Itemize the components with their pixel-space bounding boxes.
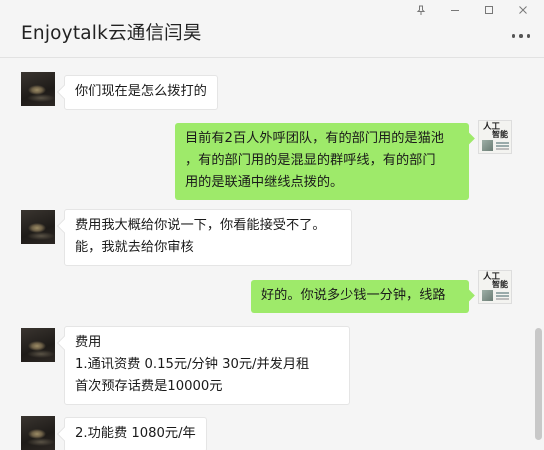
- scrollbar[interactable]: [535, 328, 542, 440]
- my-avatar[interactable]: 人工 智能: [478, 270, 512, 304]
- message-text: ，有的部门用的是混显的群呼线，有的部门: [185, 153, 436, 168]
- message-text: 1.通讯资费 0.15元/分钟 30元/并发月租: [75, 357, 310, 372]
- message-text: 你们现在是怎么拨打的: [75, 84, 207, 99]
- title-bar: Enjoytalk云通信闫昊: [0, 0, 544, 58]
- contact-avatar[interactable]: [21, 210, 55, 244]
- message-bubble-outgoing[interactable]: 目前有2百人外呼团队，有的部门用的是猫池 ，有的部门用的是混显的群呼线，有的部门…: [175, 123, 469, 200]
- contact-avatar[interactable]: [21, 328, 55, 362]
- message-bubble-incoming[interactable]: 你们现在是怎么拨打的: [64, 75, 218, 110]
- my-avatar[interactable]: 人工 智能: [478, 120, 512, 154]
- message-text: 2.功能费 1080元/年: [75, 426, 196, 441]
- message-bubble-outgoing[interactable]: 好的。你说多少钱一分钟，线路: [251, 280, 469, 313]
- contact-avatar[interactable]: [21, 416, 55, 450]
- minimize-icon[interactable]: [438, 2, 472, 18]
- message-bubble-incoming[interactable]: 费用 1.通讯资费 0.15元/分钟 30元/并发月租 首次预存话费是10000…: [64, 326, 350, 405]
- message-text: 用的是联通中继线点拨的。: [185, 175, 344, 190]
- maximize-icon[interactable]: [472, 2, 506, 18]
- chat-title: Enjoytalk云通信闫昊: [21, 23, 202, 44]
- message-text: 费用我大概给你说一下，你看能接受不了。: [75, 218, 326, 233]
- message-list[interactable]: 你们现在是怎么拨打的 人工 智能 目前有2百人外呼团队，有的部门用的是猫池 ，有…: [0, 58, 544, 450]
- contact-avatar[interactable]: [21, 72, 55, 106]
- close-icon[interactable]: [506, 2, 540, 18]
- message-text: 能，我就去给你审核: [75, 240, 194, 255]
- message-bubble-incoming[interactable]: 费用我大概给你说一下，你看能接受不了。 能，我就去给你审核: [64, 209, 352, 266]
- message-text: 费用: [75, 335, 102, 350]
- message-bubble-incoming[interactable]: 2.功能费 1080元/年: [64, 417, 207, 450]
- message-text: 目前有2百人外呼团队，有的部门用的是猫池: [185, 131, 444, 146]
- message-text: 好的。你说多少钱一分钟，线路: [261, 288, 446, 303]
- message-text: 首次预存话费是10000元: [75, 379, 223, 394]
- pin-icon[interactable]: [404, 2, 438, 18]
- more-options-icon[interactable]: [511, 34, 530, 38]
- window-controls: [404, 2, 540, 18]
